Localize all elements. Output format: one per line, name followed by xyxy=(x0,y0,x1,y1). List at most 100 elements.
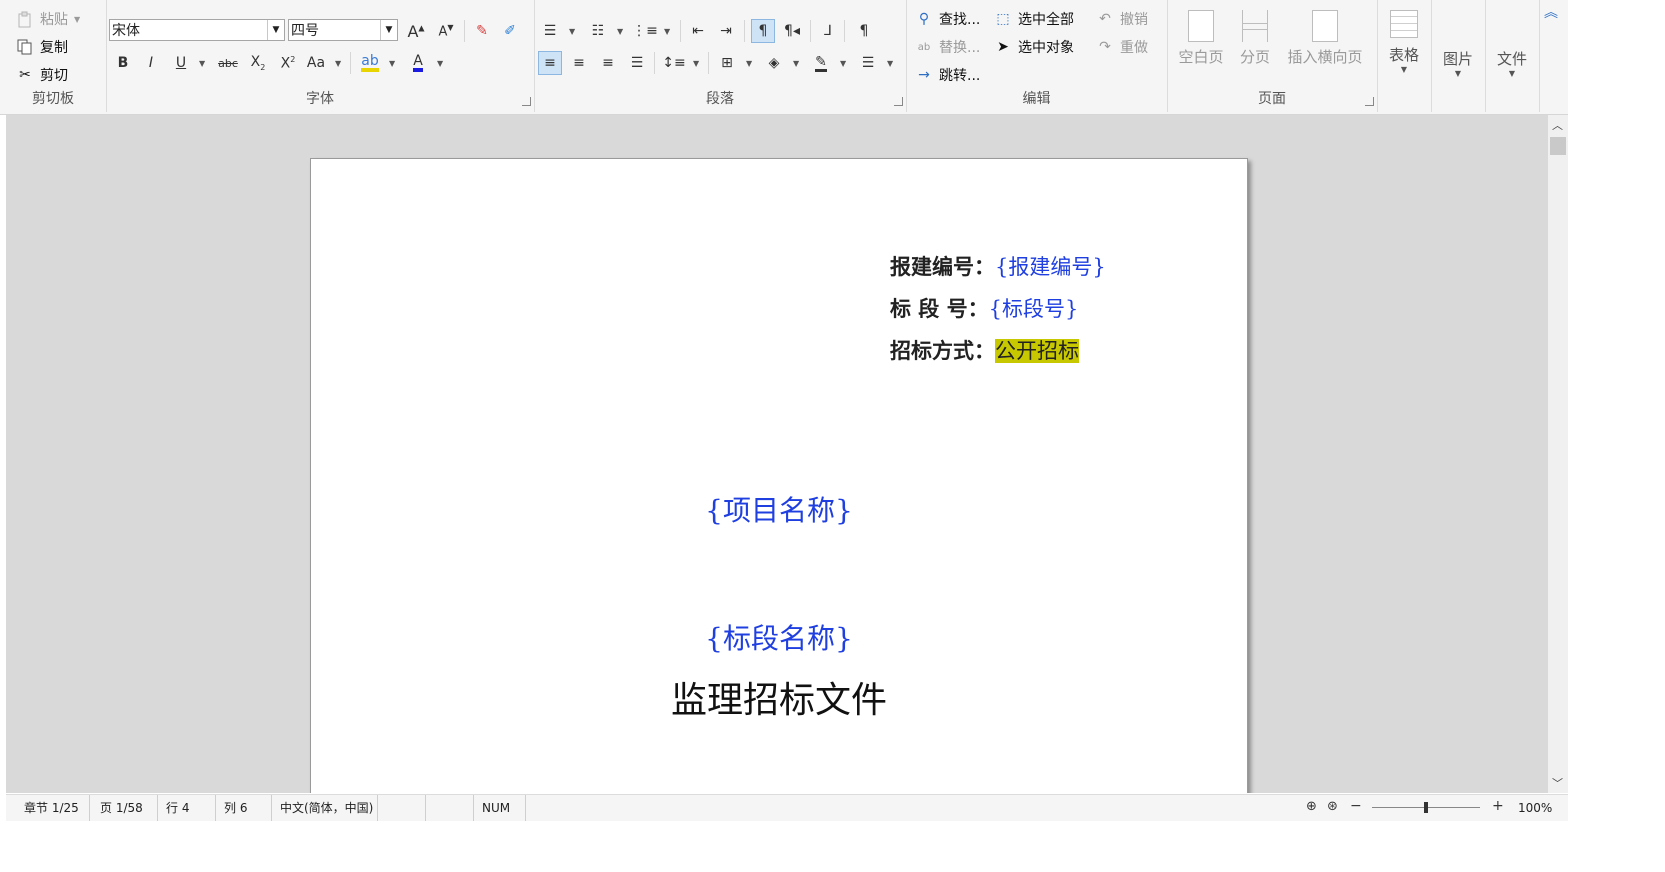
table-dropdown-icon[interactable]: ▼ xyxy=(1381,65,1427,74)
file-button[interactable]: 文件 ▼ xyxy=(1489,48,1535,78)
format-painter-button[interactable]: ✐ xyxy=(498,19,522,43)
table-button[interactable]: 表格 ▼ xyxy=(1381,10,1427,74)
zoom-slider-thumb[interactable] xyxy=(1424,802,1428,813)
line-weight-dropdown-icon[interactable]: ▼ xyxy=(887,59,893,68)
scroll-up-icon[interactable]: ︿ xyxy=(1552,117,1563,133)
multilevel-list-button[interactable]: ⋮≡ xyxy=(632,19,658,43)
collapse-ribbon-icon[interactable]: ︽ xyxy=(1544,2,1558,22)
change-case-button[interactable]: Aa xyxy=(304,51,328,75)
font-color-button[interactable]: A xyxy=(406,51,430,75)
increase-indent-button[interactable]: ⇥ xyxy=(714,19,738,43)
subscript-button[interactable]: X2 xyxy=(246,51,270,75)
filing-number-line[interactable]: 报建编号：{报建编号} xyxy=(890,251,1106,281)
section-number-line[interactable]: 标 段 号：{标段号} xyxy=(890,293,1078,323)
document-page[interactable]: 报建编号：{报建编号} 标 段 号：{标段号} 招标方式：公开招标 {项目名称}… xyxy=(310,158,1248,793)
file-dropdown-icon[interactable]: ▼ xyxy=(1489,69,1535,78)
paint-bucket-icon: ◈ xyxy=(768,55,780,71)
cut-button[interactable]: ✂ 剪切 xyxy=(16,65,68,85)
image-button[interactable]: 图片 ▼ xyxy=(1435,48,1481,78)
font-dialog-launcher-icon[interactable] xyxy=(522,97,531,106)
align-left-icon: ≡ xyxy=(544,55,556,71)
shrink-font-button[interactable]: A▼ xyxy=(434,19,458,43)
pen-color-button[interactable]: ✎ xyxy=(809,51,833,75)
chevron-down-icon[interactable]: ▼ xyxy=(267,20,284,40)
shading-dropdown-icon[interactable]: ▼ xyxy=(793,59,799,68)
fit-page-icon[interactable]: ⊕ xyxy=(1306,799,1317,814)
decrease-indent-button[interactable]: ⇤ xyxy=(686,19,710,43)
strikethrough-button[interactable]: abc xyxy=(216,51,240,75)
section-name-placeholder[interactable]: {标段名称} xyxy=(311,617,1247,657)
line-weight-button[interactable]: ☰ xyxy=(856,51,880,75)
document-workspace[interactable]: 报建编号：{报建编号} 标 段 号：{标段号} 招标方式：公开招标 {项目名称}… xyxy=(6,115,1548,793)
font-name-select[interactable]: 宋体 ▼ xyxy=(109,19,285,41)
font-color-dropdown-icon[interactable]: ▼ xyxy=(437,59,443,68)
line-spacing-button[interactable]: ↕≡ xyxy=(662,51,686,75)
paragraph-group: ☰ ▼ ☷ ▼ ⋮≡ ▼ ⇤ ⇥ ¶ ¶◂ ⅃ ¶ ≡ ≡ ≡ ☰ ↕≡ ▼ ⊞… xyxy=(534,0,907,112)
borders-dropdown-icon[interactable]: ▼ xyxy=(746,59,752,68)
paste-button[interactable]: 粘贴 ▼ xyxy=(16,9,80,29)
fit-width-icon[interactable]: ⊛ xyxy=(1327,799,1338,814)
status-language[interactable]: 中文(简体，中国) xyxy=(272,795,378,821)
ltr-paragraph-button[interactable]: ¶ xyxy=(751,19,775,43)
highlight-dropdown-icon[interactable]: ▼ xyxy=(389,59,395,68)
insert-landscape-button[interactable]: 插入横向页 xyxy=(1283,10,1367,67)
undo-button[interactable]: ↶ 撤销 xyxy=(1096,9,1148,29)
change-case-dropdown-icon[interactable]: ▼ xyxy=(335,59,341,68)
paste-dropdown-icon[interactable]: ▼ xyxy=(74,15,80,24)
italic-button[interactable]: I xyxy=(139,51,163,75)
borders-button[interactable]: ⊞ xyxy=(715,51,739,75)
font-size-select[interactable]: 四号 ▼ xyxy=(288,19,398,41)
find-button[interactable]: ⚲ 查找... xyxy=(915,9,981,29)
superscript-button[interactable]: X2 xyxy=(276,51,300,75)
align-center-button[interactable]: ≡ xyxy=(567,51,591,75)
page-dialog-launcher-icon[interactable] xyxy=(1365,97,1374,106)
blank-page-button[interactable]: 空白页 xyxy=(1175,10,1227,67)
clear-format-button[interactable]: ✎ xyxy=(470,19,494,43)
align-right-button[interactable]: ≡ xyxy=(596,51,620,75)
zoom-level: 100% xyxy=(1518,801,1553,815)
pen-color-dropdown-icon[interactable]: ▼ xyxy=(840,59,846,68)
grow-font-button[interactable]: A▲ xyxy=(404,19,428,43)
vertical-scrollbar[interactable]: ︿ ﹀ xyxy=(1548,115,1568,793)
chevron-down-icon[interactable]: ▼ xyxy=(380,20,397,40)
select-object-button[interactable]: ➤ 选中对象 xyxy=(994,37,1074,57)
bullet-list-dropdown-icon[interactable]: ▼ xyxy=(569,27,575,36)
replace-button[interactable]: ab 替换... xyxy=(915,37,981,57)
show-marks-button[interactable]: ¶ xyxy=(852,19,876,43)
bidding-method-line[interactable]: 招标方式：公开招标 xyxy=(890,335,1079,365)
align-left-button[interactable]: ≡ xyxy=(538,51,562,75)
paste-icon xyxy=(16,10,34,28)
numbered-list-button[interactable]: ☷ xyxy=(586,19,610,43)
shading-button[interactable]: ◈ xyxy=(762,51,786,75)
zoom-in-button[interactable]: + xyxy=(1492,798,1504,814)
numbered-list-dropdown-icon[interactable]: ▼ xyxy=(617,27,623,36)
line-spacing-dropdown-icon[interactable]: ▼ xyxy=(693,59,699,68)
scroll-down-icon[interactable]: ﹀ xyxy=(1552,775,1563,791)
select-all-button[interactable]: ⬚ 选中全部 xyxy=(994,9,1074,29)
page-break-button[interactable]: 分页 xyxy=(1233,10,1277,67)
underline-dropdown-icon[interactable]: ▼ xyxy=(199,59,205,68)
page-break-label: 分页 xyxy=(1239,48,1270,66)
scrollbar-thumb[interactable] xyxy=(1550,137,1566,155)
goto-button[interactable]: → 跳转... xyxy=(915,65,980,85)
copy-button[interactable]: 复制 xyxy=(16,37,68,57)
zoom-out-button[interactable]: − xyxy=(1350,798,1362,814)
sort-button[interactable]: ⅃ xyxy=(816,19,840,43)
document-title[interactable]: 监理招标文件 xyxy=(311,671,1247,723)
bold-button[interactable]: B xyxy=(111,51,135,75)
rtl-paragraph-button[interactable]: ¶◂ xyxy=(780,19,804,43)
shrink-font-icon: A▼ xyxy=(438,22,454,40)
multilevel-list-dropdown-icon[interactable]: ▼ xyxy=(664,27,670,36)
ribbon: 粘贴 ▼ 复制 ✂ 剪切 剪切板 宋体 ▼ 四号 ▼ A▲ A▼ ✎ ✐ B I xyxy=(0,0,1568,115)
image-dropdown-icon[interactable]: ▼ xyxy=(1435,69,1481,78)
paragraph-dialog-launcher-icon[interactable] xyxy=(894,97,903,106)
bullet-list-button[interactable]: ☰ xyxy=(538,19,562,43)
project-name-placeholder[interactable]: {项目名称} xyxy=(311,489,1247,529)
underline-button[interactable]: U xyxy=(169,51,193,75)
filing-number-label: 报建编号： xyxy=(890,254,995,279)
divider xyxy=(744,20,745,42)
redo-button[interactable]: ↷ 重做 xyxy=(1096,37,1148,57)
search-icon: ⚲ xyxy=(918,11,930,27)
justify-button[interactable]: ☰ xyxy=(625,51,649,75)
highlight-button[interactable]: ab xyxy=(358,51,382,75)
